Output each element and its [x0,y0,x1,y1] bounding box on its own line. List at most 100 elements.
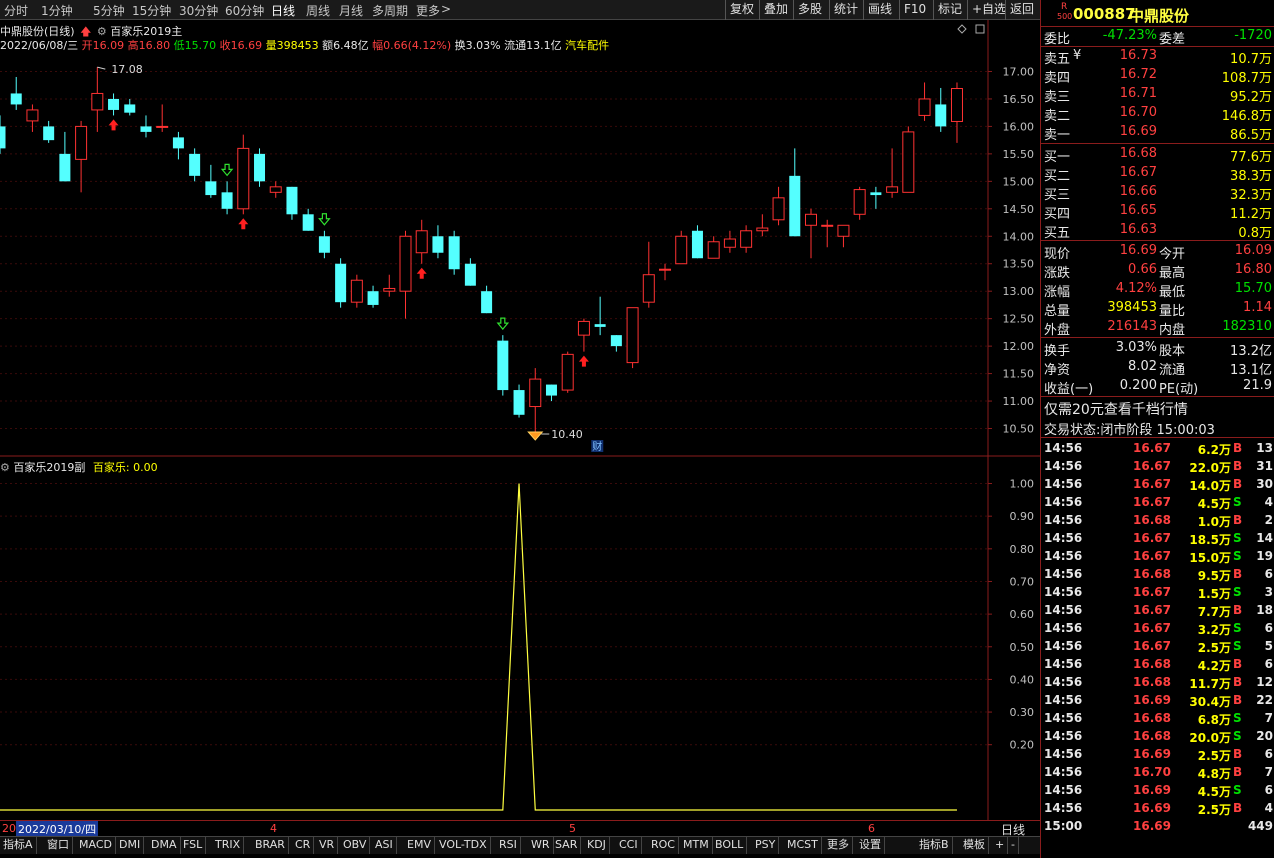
candle[interactable] [659,263,672,281]
candle[interactable] [302,208,314,231]
candle[interactable] [124,98,136,116]
candle[interactable] [350,274,363,308]
candle[interactable] [464,258,476,286]
promo-row[interactable]: 仅需20元查看千档行情 [1041,398,1274,419]
candle[interactable] [91,67,104,132]
candle[interactable] [43,120,55,143]
overlay-button[interactable]: 叠加 [759,0,792,20]
candle[interactable] [886,148,899,198]
tab-12[interactable]: EMV [404,837,435,854]
tf-30min[interactable]: 30分钟 [179,2,218,19]
candle[interactable] [902,126,915,193]
candle[interactable] [383,274,396,297]
candle[interactable] [172,131,184,160]
multi-stock-button[interactable]: 多股 [793,0,826,20]
candle[interactable] [723,230,736,253]
tf-15min[interactable]: 15分钟 [132,2,171,19]
candle[interactable] [335,258,347,308]
candle[interactable] [26,104,39,132]
candle[interactable] [237,134,250,215]
tab-21[interactable]: BOLL [712,837,748,854]
tab-10[interactable]: OBV [340,837,371,854]
candle[interactable] [140,115,152,138]
tab-17[interactable]: KDJ [584,837,610,854]
mark-button[interactable]: 标记 [933,0,966,20]
tab-18[interactable]: CCI [616,837,642,854]
candle[interactable] [610,335,622,352]
candle[interactable] [935,87,947,132]
candle[interactable] [870,186,882,209]
price-chart[interactable]: 17.00 16.50 16.00 15.50 15.00 14.50 14.00 13.50… [0,20,1040,820]
tf-weekly[interactable]: 周线 [306,2,330,19]
tab-4[interactable]: DMA [148,837,181,854]
tf-1min[interactable]: 1分钟 [41,2,73,19]
candle[interactable] [772,186,785,226]
tab-25[interactable]: 设置 [856,837,885,854]
more-chevron-icon[interactable]: > [441,2,451,16]
tab-29[interactable]: - [1008,837,1019,854]
tf-monthly[interactable]: 月线 [339,2,363,19]
candle[interactable] [821,219,834,248]
candle[interactable] [691,225,703,259]
candle[interactable] [448,230,460,275]
candle[interactable] [577,318,590,352]
tab-26[interactable]: 指标B [916,837,953,854]
candle[interactable] [367,285,379,308]
tab-16[interactable]: SAR [552,837,582,854]
candle[interactable] [59,131,71,182]
tab-23[interactable]: MCST [784,837,822,854]
tf-5min[interactable]: 5分钟 [93,2,125,19]
candle[interactable] [513,384,525,418]
candle[interactable] [789,148,801,237]
candle[interactable] [286,186,298,220]
candle[interactable] [642,241,655,308]
tab-1[interactable]: 窗口 [44,837,73,854]
candle[interactable] [594,296,606,336]
tab-24[interactable]: 更多 [824,837,853,854]
tab-7[interactable]: BRAR [252,837,289,854]
candle[interactable] [254,148,266,187]
candle[interactable] [561,351,574,393]
tab-15[interactable]: WR [528,837,554,854]
candle[interactable] [399,230,412,319]
candle[interactable] [853,186,866,220]
tab-11[interactable]: ASI [372,837,397,854]
tab-19[interactable]: ROC [648,837,679,854]
tf-more[interactable]: 更多 [416,2,440,19]
candle[interactable] [497,335,509,396]
candle[interactable] [269,181,282,198]
candle[interactable] [481,285,493,314]
tab-8[interactable]: CR [292,837,315,854]
f10-button[interactable]: F10 [899,0,930,20]
candle[interactable] [837,224,850,248]
tab-20[interactable]: MTM [680,837,713,854]
tab-14[interactable]: RSI [496,837,521,854]
tab-0[interactable]: 指标A [0,837,37,854]
candle[interactable] [221,181,233,215]
tab-22[interactable]: PSY [752,837,780,854]
back-button[interactable]: 返回 [1005,0,1038,20]
tf-60min[interactable]: 60分钟 [225,2,264,19]
candle[interactable] [950,82,963,143]
candle[interactable] [805,208,817,259]
candle[interactable] [0,115,6,154]
candle[interactable] [756,214,769,237]
candle[interactable] [626,307,639,369]
tab-9[interactable]: VR [316,837,339,854]
candle[interactable] [108,93,120,116]
add-watchlist-button[interactable]: +自选 [967,0,1010,20]
fuquan-button[interactable]: 复权 [725,0,758,20]
candle[interactable] [918,82,931,121]
tab-5[interactable]: FSL [180,837,207,854]
candle[interactable] [707,236,720,259]
promo-text[interactable]: 仅需20元查看千档行情 [1044,399,1188,419]
tab-3[interactable]: DMI [116,837,145,854]
tab-27[interactable]: 模板 [960,837,989,854]
candle[interactable] [415,219,428,264]
tf-multi-period[interactable]: 多周期 [372,2,408,19]
candle[interactable] [529,368,542,435]
candle[interactable] [740,225,753,253]
stats-button[interactable]: 统计 [829,0,862,20]
candle[interactable] [156,104,169,132]
candle[interactable] [675,230,688,265]
